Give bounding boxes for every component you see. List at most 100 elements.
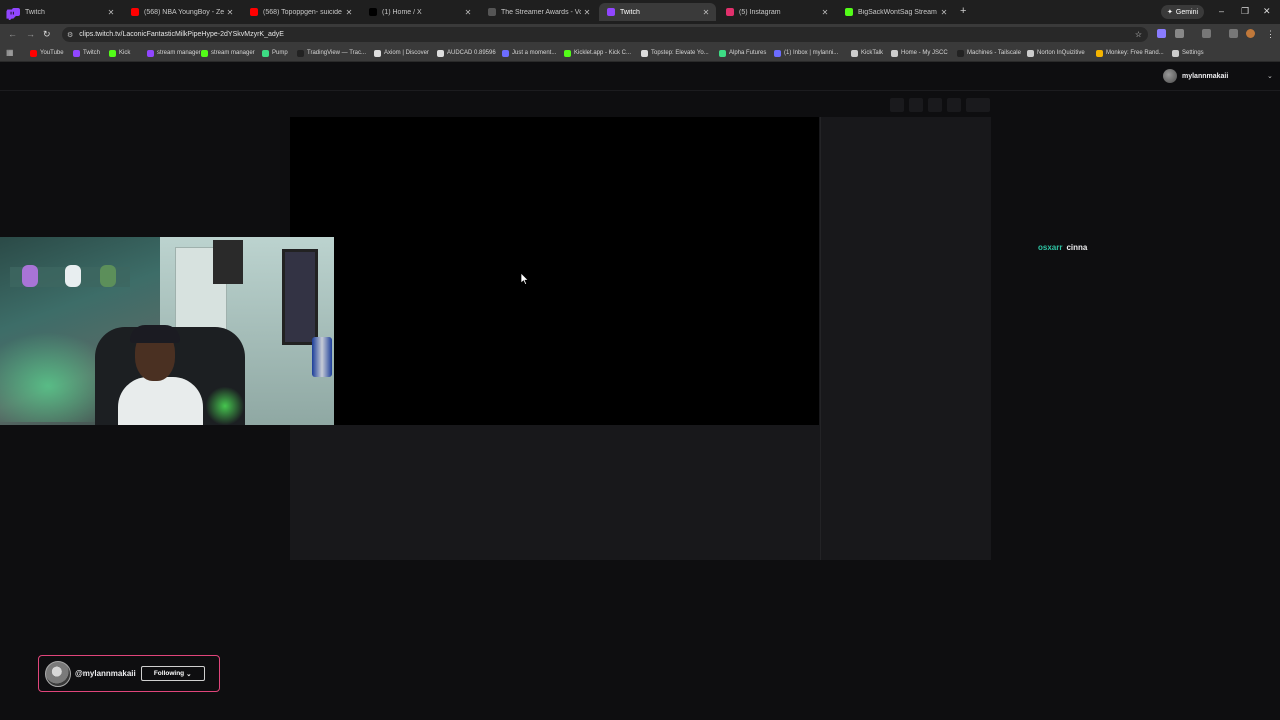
clip-tool-button[interactable] (928, 98, 942, 112)
bookmark-item[interactable]: Pump (262, 48, 288, 58)
bookmark-item[interactable]: Topstep: Elevate Yo... (641, 48, 709, 58)
gemini-button[interactable]: ✦ Gemini (1161, 5, 1205, 19)
tab-close-icon[interactable]: ✕ (700, 8, 712, 17)
bookmark-favicon-icon (891, 49, 898, 57)
webcam-overlay (0, 237, 334, 425)
user-menu[interactable]: mylannmakaii (1163, 69, 1228, 83)
bookmark-item[interactable]: Just a moment... (502, 48, 556, 58)
gemini-label: Gemini (1175, 8, 1199, 16)
bookmark-item[interactable]: TradingView — Trac... (297, 48, 366, 58)
streamer-cap (130, 325, 180, 343)
sidepanel-icon[interactable] (1202, 29, 1211, 38)
browser-tab[interactable]: Twitch ✕ (4, 3, 121, 21)
follow-card: @mylannmakaii Following ⌄ (38, 655, 220, 692)
bookmark-item[interactable]: YouTube (30, 48, 64, 58)
tab-close-icon[interactable]: ✕ (343, 8, 355, 17)
chat-text: cinna (1066, 243, 1088, 252)
browser-tab[interactable]: (1) Home / X ✕ (361, 3, 478, 21)
apps-grid-icon[interactable]: ▦ (6, 48, 14, 57)
clip-tool-button[interactable] (947, 98, 961, 112)
browser-tab[interactable]: BigSackWontSag Stream - Wa✕ (837, 3, 954, 21)
new-tab-button[interactable]: + (960, 5, 966, 17)
bookmark-favicon-icon (957, 49, 964, 57)
tab-favicon-icon (607, 8, 615, 16)
poster (213, 240, 243, 284)
restore-button[interactable]: ❐ (1241, 6, 1249, 17)
bookmark-item[interactable]: Settings (1172, 48, 1204, 58)
back-button[interactable]: ← (8, 29, 17, 39)
browser-tab[interactable]: (5) Instagram ✕ (718, 3, 835, 21)
bookmark-item[interactable]: Kick (109, 48, 130, 58)
bookmark-item[interactable]: Norton InQuizitive (1027, 48, 1085, 58)
chat-username[interactable]: osxarr (1038, 243, 1062, 252)
browser-menu-icon[interactable]: ⋮ (1266, 29, 1275, 40)
mirror (282, 249, 318, 345)
bookmark-item[interactable]: Alpha Futures (719, 48, 766, 58)
bookmark-item[interactable]: Twitch (73, 48, 100, 58)
avatar (1163, 69, 1177, 83)
mouse-cursor-icon (521, 273, 529, 285)
close-window-button[interactable]: ✕ (1263, 6, 1271, 17)
tab-close-icon[interactable]: ✕ (938, 8, 950, 17)
bookmark-label: Topstep: Elevate Yo... (651, 50, 709, 56)
minimize-button[interactable]: – (1219, 6, 1224, 16)
username-label: mylannmakaii (1182, 72, 1229, 80)
bookmark-favicon-icon (719, 49, 726, 57)
bookmark-item[interactable]: Home - My JSCC (891, 48, 948, 58)
tab-label: Twitch (620, 8, 640, 16)
bookmark-label: KickTalk (861, 50, 884, 56)
bookmark-label: Home - My JSCC (901, 50, 948, 56)
site-info-icon[interactable]: ⚙ (67, 31, 73, 39)
bookmark-item[interactable]: Machines - Tailscale (957, 48, 1021, 58)
tab-close-icon[interactable]: ✕ (105, 8, 117, 17)
bookmark-label: Just a moment... (512, 50, 557, 56)
extension-icon[interactable] (1157, 29, 1166, 38)
tab-favicon-icon (369, 8, 377, 16)
browser-tab[interactable]: (568) NBA YoungBoy - Zero K✕ (123, 3, 240, 21)
tab-close-icon[interactable]: ✕ (224, 8, 236, 17)
reload-button[interactable]: ↻ (43, 29, 51, 40)
bookmark-item[interactable]: Monkey: Free Rand... (1096, 48, 1164, 58)
clip-tool-button[interactable] (890, 98, 904, 112)
tab-favicon-icon (131, 8, 139, 16)
tab-favicon-icon (488, 8, 496, 16)
channel-handle[interactable]: @mylannmakaii (75, 669, 136, 678)
sparkle-icon: ✦ (1167, 9, 1173, 16)
energy-drink-can (312, 337, 332, 377)
bookmark-label: Monkey: Free Rand... (1106, 50, 1164, 56)
following-button[interactable]: Following ⌄ (140, 666, 205, 681)
bookmark-item[interactable]: stream manager (147, 48, 201, 58)
bookmark-item[interactable]: KickTalk (851, 48, 883, 58)
bookmark-item[interactable]: stream manager (201, 48, 255, 58)
bookmark-item[interactable]: AUDCAD 0.89596 (437, 48, 496, 58)
downloads-icon[interactable] (1229, 29, 1238, 38)
bookmark-item[interactable]: Axiom | Discover (374, 48, 429, 58)
bookmark-favicon-icon (73, 49, 80, 57)
video-player[interactable] (290, 117, 819, 425)
clip-tool-button[interactable] (909, 98, 923, 112)
bookmark-label: Norton InQuizitive (1037, 50, 1085, 56)
following-label: Following (153, 670, 185, 677)
bookmark-label: Pump (272, 50, 288, 56)
browser-tab[interactable]: The Streamer Awards - Vote ✕ (480, 3, 597, 21)
chevron-down-icon[interactable]: ⌄ (1267, 72, 1273, 80)
url-text: clips.twitch.tv/LaconicFantasticMilkPipe… (79, 31, 284, 38)
clip-tool-button[interactable] (966, 98, 990, 112)
browser-tab[interactable]: (568) Topoppgen- suicide song✕ (242, 3, 359, 21)
tab-close-icon[interactable]: ✕ (581, 8, 593, 17)
tab-close-icon[interactable]: ✕ (462, 8, 474, 17)
extensions-puzzle-icon[interactable] (1175, 29, 1184, 38)
twitch-logo-icon[interactable] (6, 9, 17, 20)
streamer-body (118, 377, 203, 425)
bookmark-favicon-icon (437, 49, 444, 57)
bookmark-favicon-icon (147, 49, 154, 57)
browser-tab[interactable]: Twitch ✕ (599, 3, 716, 21)
green-light (205, 387, 245, 425)
address-bar[interactable]: ⚙ clips.twitch.tv/LaconicFantasticMilkPi… (62, 27, 1148, 42)
bookmark-item[interactable]: Kicklet.app - Kick C... (564, 48, 631, 58)
forward-button[interactable]: → (26, 29, 35, 39)
bookmark-item[interactable]: (1) Inbox | mylanni... (774, 48, 838, 58)
bookmark-star-icon[interactable]: ☆ (1135, 30, 1142, 39)
profile-avatar-icon[interactable] (1246, 29, 1255, 38)
tab-close-icon[interactable]: ✕ (819, 8, 831, 17)
